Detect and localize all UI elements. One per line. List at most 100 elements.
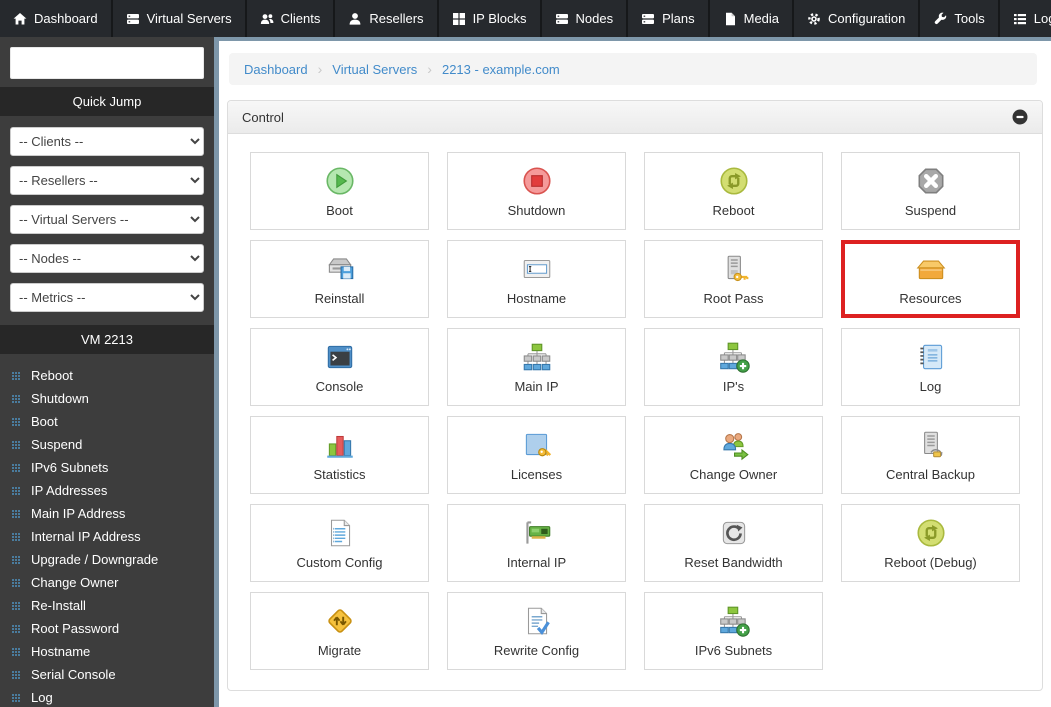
gear-icon bbox=[807, 12, 821, 26]
server-icon bbox=[555, 12, 569, 26]
control-button-rewrite-config[interactable]: Rewrite Config bbox=[447, 592, 626, 670]
control-button-reboot[interactable]: Reboot bbox=[644, 152, 823, 230]
control-button-migrate[interactable]: Migrate bbox=[250, 592, 429, 670]
sidebar-item-log[interactable]: Log bbox=[0, 686, 214, 707]
virtual-servers-dropdown[interactable]: -- Virtual Servers -- bbox=[10, 205, 204, 234]
refresh-circle-icon bbox=[717, 164, 751, 198]
open-box-icon bbox=[914, 252, 948, 286]
panel-title: Control bbox=[242, 109, 284, 125]
nav-media[interactable]: Media bbox=[709, 0, 793, 37]
control-button-resources[interactable]: Resources bbox=[841, 240, 1020, 318]
control-button-central-backup[interactable]: Central Backup bbox=[841, 416, 1020, 494]
control-panel: Control Boot Shutdown Reboot Suspend Rei… bbox=[227, 100, 1043, 691]
sidebar-item-internal-ip-address[interactable]: Internal IP Address bbox=[0, 525, 214, 548]
nav-clients[interactable]: Clients bbox=[246, 0, 334, 37]
nodes-dropdown[interactable]: -- Nodes -- bbox=[10, 244, 204, 273]
dot-grid-icon bbox=[12, 372, 21, 381]
metrics-dropdown[interactable]: -- Metrics -- bbox=[10, 283, 204, 312]
nav-configuration[interactable]: Configuration bbox=[794, 0, 919, 37]
nav-ip-blocks[interactable]: IP Blocks bbox=[438, 0, 540, 37]
breadcrumb-virtual-servers[interactable]: Virtual Servers bbox=[332, 62, 417, 77]
network-tree-icon bbox=[520, 340, 554, 374]
control-button-console[interactable]: Console bbox=[250, 328, 429, 406]
control-button-statistics[interactable]: Statistics bbox=[250, 416, 429, 494]
home-icon bbox=[13, 12, 27, 26]
control-button-root-pass[interactable]: Root Pass bbox=[644, 240, 823, 318]
dot-grid-icon bbox=[12, 556, 21, 565]
sidebar-item-suspend[interactable]: Suspend bbox=[0, 433, 214, 456]
bar-chart-icon bbox=[323, 428, 357, 462]
page-key-icon bbox=[520, 428, 554, 462]
network-tree-plus-icon bbox=[717, 604, 751, 638]
drive-disk-icon bbox=[323, 252, 357, 286]
main-content: Dashboard › Virtual Servers › 2213 - exa… bbox=[219, 37, 1051, 707]
sidebar-item-boot[interactable]: Boot bbox=[0, 410, 214, 433]
sidebar-item-ip-addresses[interactable]: IP Addresses bbox=[0, 479, 214, 502]
dot-grid-icon bbox=[12, 671, 21, 680]
dot-grid-icon bbox=[12, 441, 21, 450]
refresh-circle-icon bbox=[914, 516, 948, 550]
sidebar-item-reboot[interactable]: Reboot bbox=[0, 364, 214, 387]
document-lines-icon bbox=[323, 516, 357, 550]
control-button-ipv6-subnets[interactable]: IPv6 Subnets bbox=[644, 592, 823, 670]
control-button-boot[interactable]: Boot bbox=[250, 152, 429, 230]
control-button-shutdown[interactable]: Shutdown bbox=[447, 152, 626, 230]
sidebar-item-ipv6-subnets[interactable]: IPv6 Subnets bbox=[0, 456, 214, 479]
control-button-main-ip[interactable]: Main IP bbox=[447, 328, 626, 406]
list-icon bbox=[1013, 12, 1027, 26]
control-button-change-owner[interactable]: Change Owner bbox=[644, 416, 823, 494]
nav-nodes[interactable]: Nodes bbox=[541, 0, 627, 37]
control-button-licenses[interactable]: Licenses bbox=[447, 416, 626, 494]
sidebar-item-main-ip-address[interactable]: Main IP Address bbox=[0, 502, 214, 525]
sidebar: Quick Jump -- Clients -- -- Resellers --… bbox=[0, 37, 219, 707]
control-button-reinstall[interactable]: Reinstall bbox=[250, 240, 429, 318]
resellers-dropdown[interactable]: -- Resellers -- bbox=[10, 166, 204, 195]
dot-grid-icon bbox=[12, 579, 21, 588]
minus-circle-icon[interactable] bbox=[1012, 109, 1028, 125]
quick-jump-header: Quick Jump bbox=[0, 87, 214, 116]
nav-dashboard[interactable]: Dashboard bbox=[0, 0, 111, 37]
server-icon bbox=[126, 12, 140, 26]
breadcrumb-dashboard[interactable]: Dashboard bbox=[244, 62, 308, 77]
dot-grid-icon bbox=[12, 395, 21, 404]
breadcrumb: Dashboard › Virtual Servers › 2213 - exa… bbox=[229, 53, 1037, 85]
sidebar-item-upgrade-downgrade[interactable]: Upgrade / Downgrade bbox=[0, 548, 214, 571]
control-button-log[interactable]: Log bbox=[841, 328, 1020, 406]
sidebar-item-re-install[interactable]: Re-Install bbox=[0, 594, 214, 617]
control-grid: Boot Shutdown Reboot Suspend Reinstall H… bbox=[250, 152, 1020, 670]
control-button-custom-config[interactable]: Custom Config bbox=[250, 504, 429, 582]
dot-grid-icon bbox=[12, 602, 21, 611]
sidebar-item-hostname[interactable]: Hostname bbox=[0, 640, 214, 663]
dot-grid-icon bbox=[12, 418, 21, 427]
dot-grid-icon bbox=[12, 510, 21, 519]
server-icon bbox=[641, 12, 655, 26]
dot-grid-icon bbox=[12, 487, 21, 496]
server-key-icon bbox=[717, 252, 751, 286]
control-button-suspend[interactable]: Suspend bbox=[841, 152, 1020, 230]
octagon-x-icon bbox=[914, 164, 948, 198]
nav-virtual-servers[interactable]: Virtual Servers bbox=[112, 0, 245, 37]
dot-grid-icon bbox=[12, 648, 21, 657]
sidebar-item-root-password[interactable]: Root Password bbox=[0, 617, 214, 640]
control-button-hostname[interactable]: Hostname bbox=[447, 240, 626, 318]
notebook-icon bbox=[914, 340, 948, 374]
clients-dropdown[interactable]: -- Clients -- bbox=[10, 127, 204, 156]
nav-resellers[interactable]: Resellers bbox=[335, 0, 437, 37]
breadcrumb-separator: › bbox=[427, 61, 432, 77]
control-button-reset-bandwidth[interactable]: Reset Bandwidth bbox=[644, 504, 823, 582]
reset-arrow-icon bbox=[717, 516, 751, 550]
nav-plans[interactable]: Plans bbox=[628, 0, 708, 37]
nav-tools[interactable]: Tools bbox=[920, 0, 998, 37]
nav-log[interactable]: Log bbox=[999, 0, 1051, 37]
sidebar-item-change-owner[interactable]: Change Owner bbox=[0, 571, 214, 594]
sidebar-item-serial-console[interactable]: Serial Console bbox=[0, 663, 214, 686]
breadcrumb-separator: › bbox=[317, 61, 323, 77]
network-tree-plus-icon bbox=[717, 340, 751, 374]
control-button-reboot-debug[interactable]: Reboot (Debug) bbox=[841, 504, 1020, 582]
search-input[interactable] bbox=[10, 47, 204, 79]
dot-grid-icon bbox=[12, 694, 21, 703]
control-button-internal-ip[interactable]: Internal IP bbox=[447, 504, 626, 582]
sidebar-item-shutdown[interactable]: Shutdown bbox=[0, 387, 214, 410]
network-card-icon bbox=[520, 516, 554, 550]
control-button-ips[interactable]: IP's bbox=[644, 328, 823, 406]
